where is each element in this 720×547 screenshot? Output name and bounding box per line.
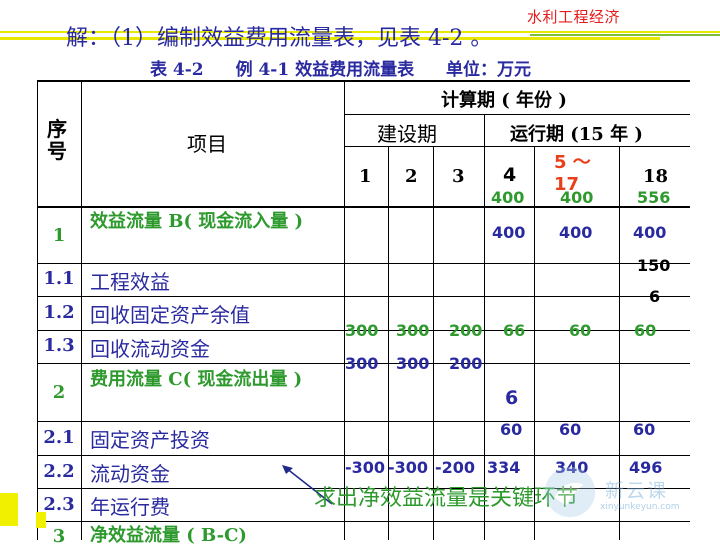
row-seq-1-1: 1.1 (43, 268, 75, 289)
watermark-text: 新云课 (605, 480, 669, 502)
header-divider-1 (344, 114, 690, 115)
value-r2-1-y3: 200 (449, 354, 483, 373)
watermark-logo-icon (544, 466, 596, 518)
row-seq-1-2: 1.2 (43, 302, 75, 323)
row-seq-2: 2 (52, 382, 66, 403)
value-r1-y5-17: 400 (560, 188, 594, 207)
row-divider (37, 296, 690, 297)
value-r1-1-y4: 400 (492, 223, 526, 242)
value-r1-1-y18: 400 (633, 223, 667, 242)
header-year-18: 18 (643, 166, 669, 187)
value-r1-2-y18-b: 6 (649, 287, 661, 306)
table-top-border (37, 80, 690, 82)
value-r3-y18: 496 (629, 458, 663, 477)
row-seq-1-3: 1.3 (43, 335, 75, 356)
row-item-working-capital: 流动资金 (90, 462, 170, 486)
header-item: 项目 (187, 132, 227, 156)
value-r2-y3: 200 (449, 321, 483, 340)
corner-decoration-2 (36, 512, 46, 528)
row-item-operating-cost: 年运行费 (90, 495, 170, 519)
value-r2-3-y18: 60 (633, 420, 656, 439)
table-number: 表 4-2 (150, 60, 204, 80)
value-r2-y1: 300 (345, 321, 379, 340)
value-r1-1-y5-17: 400 (559, 223, 593, 242)
row-item-fixed-investment: 固定资产投资 (90, 428, 210, 452)
header-year-1: 1 (359, 166, 372, 187)
row-item-project-benefit: 工程效益 (90, 270, 170, 294)
value-r2-y2: 300 (396, 321, 430, 340)
value-r2-y5-17: 60 (569, 321, 592, 340)
row-item-cost: 费用流量 C( 现金流出量 ) (90, 369, 303, 390)
brand-title: 水利工程经济 (527, 8, 621, 26)
header-period: 计算期 ( 年份 ) (441, 90, 567, 111)
row-divider (37, 421, 690, 422)
row-item-net-benefit: 净效益流量 ( B-C) (90, 525, 247, 546)
value-r1-y4: 400 (491, 188, 525, 207)
row-divider (37, 263, 690, 264)
col-line (484, 114, 485, 540)
row-item-working-capital-recovery: 回收流动资金 (90, 337, 210, 361)
value-r2-1-y2: 300 (396, 354, 430, 373)
row-item-benefit: 效益流量 B( 现金流入量 ) (90, 211, 304, 232)
value-r3-y1: -300 (345, 458, 386, 477)
table-title: 例 4-1 效益费用流量表 (235, 60, 415, 80)
row-seq-2-2: 2.2 (43, 461, 75, 482)
table-caption: 表 4-2 例 4-1 效益费用流量表 单位：万元 (150, 55, 557, 80)
slide-heading: 解：（1）编制效益费用流量表，见表 4-2 。 (66, 26, 493, 51)
table-unit: 单位：万元 (446, 60, 532, 80)
value-r2-2-y4: 6 (505, 387, 519, 409)
header-construction: 建设期 (377, 122, 437, 146)
header-operation: 运行期 (15 年 ) (510, 124, 643, 145)
value-r2-y4: 66 (503, 321, 526, 340)
row-item-fixed-asset-residual: 回收固定资产余值 (90, 303, 250, 327)
top-rule-green (530, 34, 720, 36)
value-r2-3-y4: 60 (500, 420, 523, 439)
corner-decoration (0, 493, 18, 526)
value-r1-y18: 556 (637, 188, 671, 207)
value-r2-1-y1: 300 (345, 354, 379, 373)
col-line (81, 80, 82, 540)
row-divider (37, 455, 690, 456)
value-r3-y3: -200 (435, 458, 476, 477)
header-year-2: 2 (405, 166, 418, 187)
row-seq-2-1: 2.1 (43, 427, 75, 448)
value-r1-2-y18-a: 150 (637, 256, 671, 275)
value-r3-y4: 334 (487, 458, 521, 477)
value-r2-y18: 60 (634, 321, 657, 340)
value-r2-3-y5-17: 60 (559, 420, 582, 439)
row-seq-1: 1 (52, 225, 66, 246)
row-divider (37, 521, 690, 522)
header-seq: 序号 (47, 117, 67, 163)
value-r3-y2: -300 (388, 458, 429, 477)
watermark-sub: xinyunkeyun.com (600, 502, 680, 512)
row-seq-3: 3 (52, 526, 66, 547)
annotation-note: 求出净效益流量是关键环节 (314, 486, 579, 511)
header-year-3: 3 (452, 166, 465, 187)
header-year-4: 4 (503, 164, 517, 186)
